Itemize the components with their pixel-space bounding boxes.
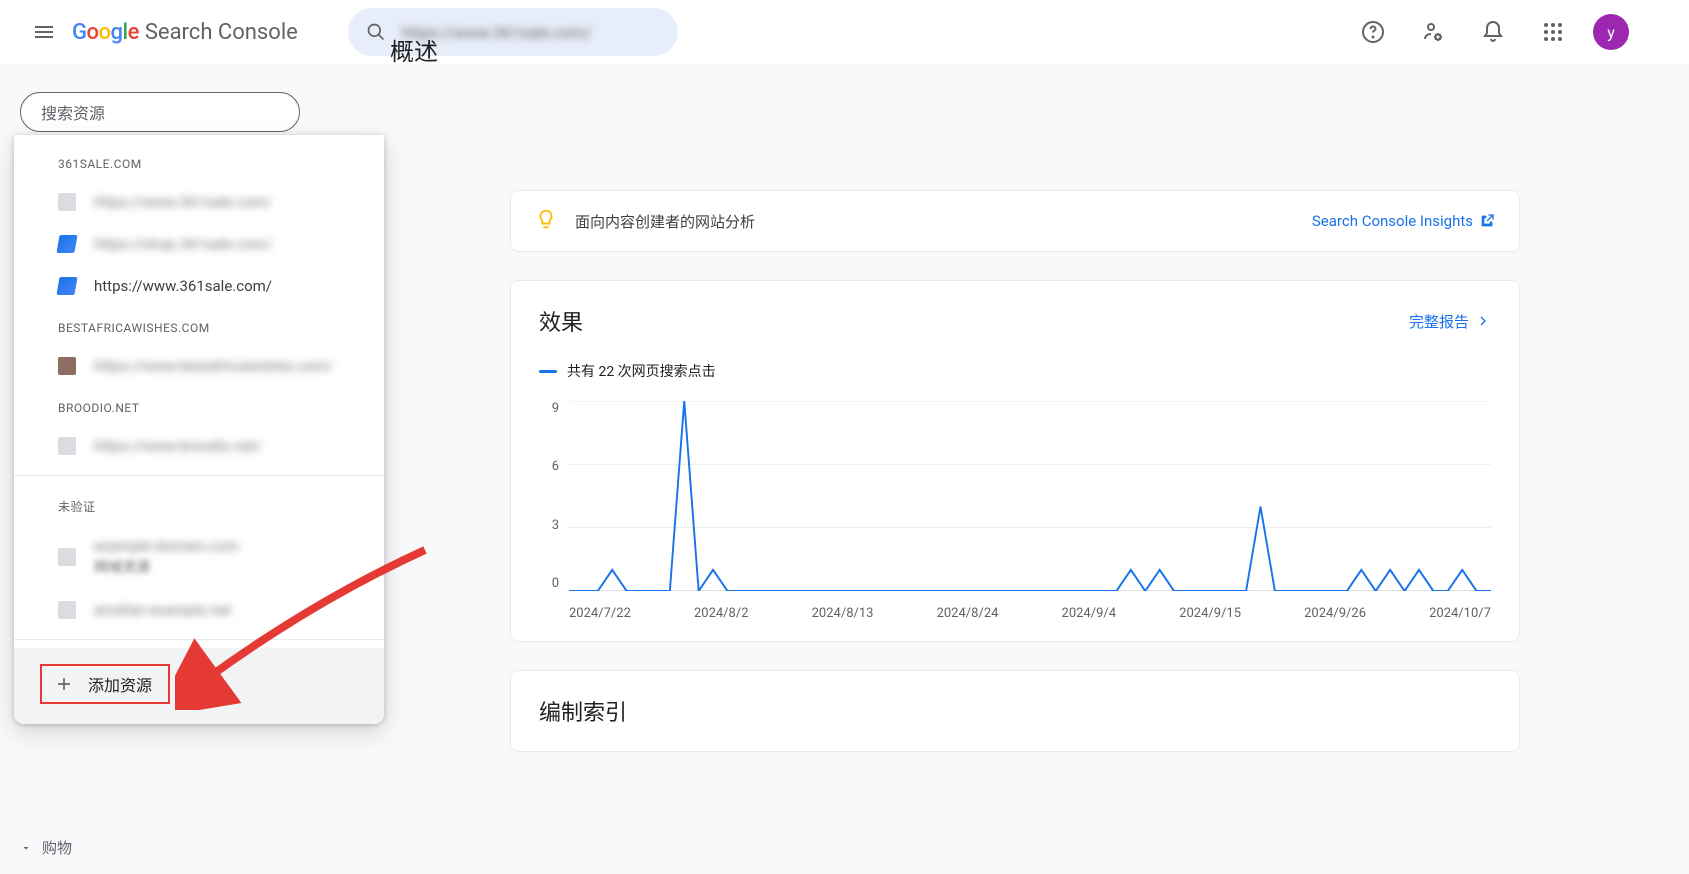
page-title: 概述	[390, 32, 438, 67]
dropdown-item-label: https://www.bestafricawishes.com/	[94, 357, 333, 375]
dropdown-group-label: BROODIO.NET	[14, 387, 384, 425]
dropdown-divider	[14, 639, 384, 640]
dropdown-item[interactable]: https://shop.361sale.com/	[14, 223, 384, 265]
dropdown-item[interactable]: https://www.361sale.com/	[14, 265, 384, 307]
dropdown-item-label: https://www.broodio.net/	[94, 437, 262, 455]
avatar-letter: y	[1607, 23, 1615, 42]
product-logo[interactable]: Google Search Console	[72, 20, 298, 45]
add-property-row[interactable]: 添加资源	[14, 648, 384, 724]
insights-card: 面向内容创建者的网站分析 Search Console Insights	[510, 190, 1520, 252]
app-header: Google Search Console https://www.361sal…	[0, 0, 1689, 64]
open-icon	[1479, 213, 1495, 229]
notifications-button[interactable]	[1473, 12, 1513, 52]
site-favicon-icon	[58, 548, 76, 566]
site-favicon-icon	[58, 357, 76, 375]
dropdown-item[interactable]: https://www.broodio.net/	[14, 425, 384, 467]
apps-button[interactable]	[1533, 12, 1573, 52]
add-property-label: 添加资源	[88, 672, 152, 696]
caret-down-icon	[20, 842, 32, 854]
indexing-title: 编制索引	[539, 695, 1491, 727]
dropdown-item-label: https://shop.361sale.com/	[94, 235, 272, 253]
dropdown-item-label: example-domain.com	[94, 537, 239, 555]
dropdown-group-label: 361SALE.COM	[14, 143, 384, 181]
bell-icon	[1481, 20, 1505, 44]
legend-swatch	[539, 370, 557, 373]
settings-button[interactable]	[1413, 12, 1453, 52]
performance-card: 效果 完整报告 共有 22 次网页搜索点击 9630	[510, 280, 1520, 642]
site-favicon-icon	[58, 601, 76, 619]
google-logo-text: Google	[72, 20, 139, 45]
search-icon	[366, 22, 386, 42]
legend-label: 共有 22 次网页搜索点击	[567, 361, 716, 381]
insights-text: 面向内容创建者的网站分析	[575, 211, 1312, 232]
dropdown-divider	[14, 475, 384, 476]
sidebar-item-label: 购物	[42, 837, 72, 858]
dropdown-item[interactable]: https://www.bestafricawishes.com/	[14, 345, 384, 387]
indexing-card: 编制索引	[510, 670, 1520, 752]
dropdown-item-label: https://www.361sale.com/	[94, 277, 272, 295]
dropdown-unverified-label: 未验证	[14, 484, 384, 525]
property-dropdown: 361SALE.COM https://www.361sale.com/ htt…	[14, 135, 384, 724]
plus-icon	[54, 674, 74, 694]
property-search-placeholder: 搜索资源	[41, 100, 105, 124]
account-avatar[interactable]: y	[1593, 14, 1629, 50]
product-name: Search Console	[145, 20, 298, 45]
header-actions: y	[1353, 12, 1629, 52]
dropdown-item-label: https://www.361sale.com/	[94, 193, 272, 211]
site-favicon-icon	[56, 277, 77, 295]
performance-chart: 9630 2024/7/222024/8/22024/8/132024/8/24…	[539, 401, 1491, 621]
full-report-link[interactable]: 完整报告	[1409, 311, 1491, 332]
chevron-right-icon	[1475, 313, 1491, 329]
dropdown-item-label: another-example.net	[94, 601, 231, 619]
site-favicon-icon	[58, 437, 76, 455]
help-button[interactable]	[1353, 12, 1393, 52]
dropdown-group-label: BESTAFRICAWISHES.COM	[14, 307, 384, 345]
menu-button[interactable]	[20, 8, 68, 56]
dropdown-item[interactable]: https://www.361sale.com/	[14, 181, 384, 223]
hamburger-icon	[32, 20, 56, 44]
apps-grid-icon	[1543, 22, 1563, 42]
dropdown-item-sublabel: 网域资源	[94, 557, 239, 577]
property-search-input[interactable]: 搜索资源	[20, 92, 300, 132]
help-icon	[1361, 20, 1385, 44]
dropdown-item[interactable]: example-domain.com 网域资源	[14, 525, 384, 589]
user-settings-icon	[1421, 20, 1445, 44]
site-favicon-icon	[58, 193, 76, 211]
site-favicon-icon	[56, 235, 77, 253]
performance-title: 效果	[539, 305, 1409, 337]
insights-link[interactable]: Search Console Insights	[1312, 212, 1495, 230]
sidebar-item-shopping[interactable]: 购物	[20, 837, 72, 858]
lightbulb-icon	[535, 208, 557, 234]
dropdown-item[interactable]: another-example.net	[14, 589, 384, 631]
chart-legend: 共有 22 次网页搜索点击	[539, 361, 1491, 381]
